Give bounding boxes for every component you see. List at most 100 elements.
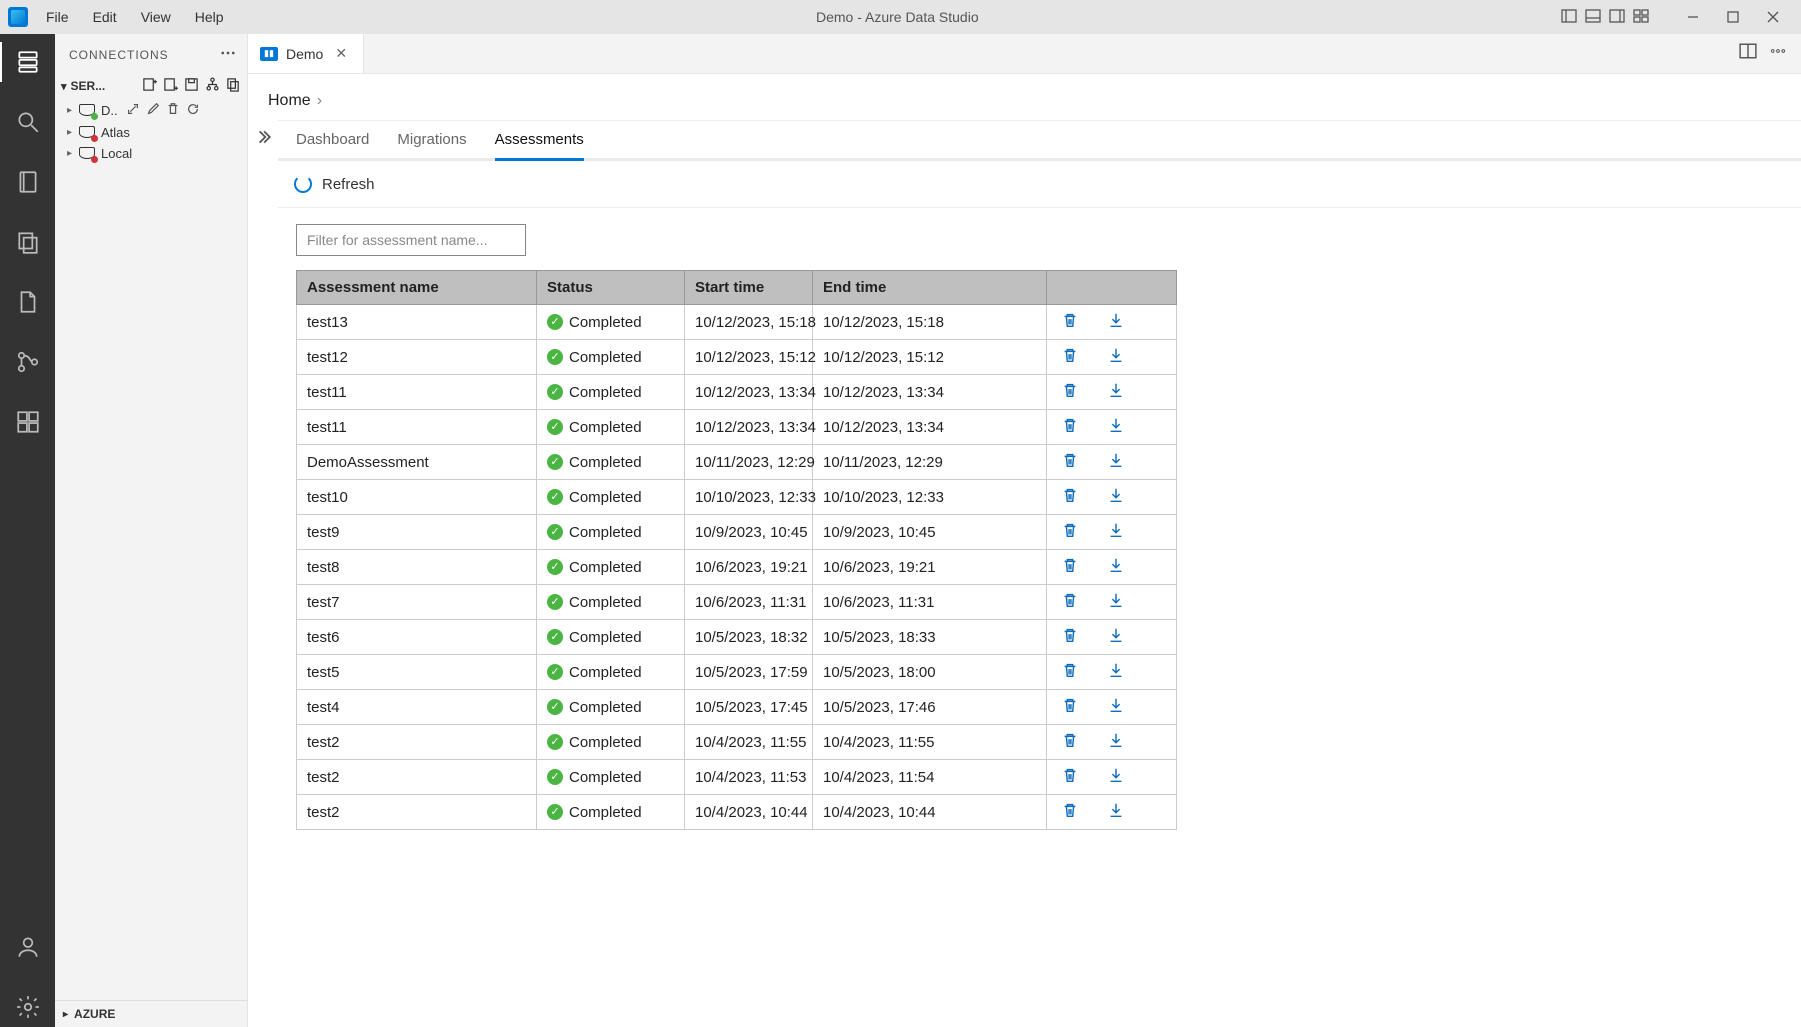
refresh-icon[interactable] [294,175,312,193]
sidebar-more-icon[interactable] [219,44,237,65]
table-row[interactable]: test12✓Completed10/12/2023, 15:1210/12/2… [297,340,1177,375]
layout-left-icon[interactable] [1561,8,1577,27]
hierarchy-icon[interactable] [205,77,220,95]
menu-edit[interactable]: Edit [83,5,127,29]
table-row[interactable]: test2✓Completed10/4/2023, 10:4410/4/2023… [297,795,1177,830]
connect-icon[interactable] [126,102,140,119]
tab-migrations[interactable]: Migrations [397,131,466,158]
activity-notebooks[interactable] [0,162,55,202]
delete-icon[interactable] [1061,556,1079,578]
download-icon[interactable] [1107,521,1125,543]
table-row[interactable]: test2✓Completed10/4/2023, 11:5510/4/2023… [297,725,1177,760]
download-icon[interactable] [1107,766,1125,788]
sidebar-section-servers[interactable]: ▾ SER... [55,75,247,97]
delete-icon[interactable] [1061,801,1079,823]
download-icon[interactable] [1107,556,1125,578]
menu-help[interactable]: Help [185,5,234,29]
collapse-icon[interactable] [226,77,241,95]
delete-icon[interactable] [1061,591,1079,613]
download-icon[interactable] [1107,801,1125,823]
column-header[interactable]: Status [537,271,685,305]
tab-assessments[interactable]: Assessments [495,131,584,158]
cell-end: 10/6/2023, 19:21 [813,550,1047,585]
server-row[interactable]: ▸Atlas [59,122,247,143]
table-row[interactable]: test9✓Completed10/9/2023, 10:4510/9/2023… [297,515,1177,550]
table-row[interactable]: test2✓Completed10/4/2023, 11:5310/4/2023… [297,760,1177,795]
delete-icon[interactable] [1061,731,1079,753]
delete-icon[interactable] [1061,381,1079,403]
delete-icon[interactable] [1061,451,1079,473]
activity-connections[interactable] [0,42,55,82]
delete-icon[interactable] [1061,626,1079,648]
filter-input[interactable] [296,224,526,256]
download-icon[interactable] [1107,381,1125,403]
delete-icon[interactable] [166,102,180,119]
table-row[interactable]: test10✓Completed10/10/2023, 12:3310/10/2… [297,480,1177,515]
download-icon[interactable] [1107,311,1125,333]
download-icon[interactable] [1107,731,1125,753]
editor-area: ▮▮ Demo ✕ Home › Dashboard Migrations Asse… [248,34,1801,1027]
editor-tab-demo[interactable]: ▮▮ Demo ✕ [248,34,364,73]
download-icon[interactable] [1107,346,1125,368]
server-row[interactable]: ▸Local [59,143,247,164]
window-minimize-button[interactable] [1673,0,1713,34]
activity-source[interactable] [0,282,55,322]
download-icon[interactable] [1107,486,1125,508]
edit-icon[interactable] [146,102,160,119]
delete-icon[interactable] [1061,521,1079,543]
cell-status: ✓Completed [537,480,685,515]
download-icon[interactable] [1107,591,1125,613]
column-header[interactable]: Start time [685,271,813,305]
table-row[interactable]: DemoAssessment✓Completed10/11/2023, 12:2… [297,445,1177,480]
delete-icon[interactable] [1061,766,1079,788]
delete-icon[interactable] [1061,346,1079,368]
window-close-button[interactable] [1753,0,1793,34]
table-row[interactable]: test11✓Completed10/12/2023, 13:3410/12/2… [297,375,1177,410]
delete-icon[interactable] [1061,486,1079,508]
cell-start: 10/5/2023, 18:32 [685,620,813,655]
server-row[interactable]: ▸D.. [59,99,247,122]
expand-sidebar-icon[interactable] [254,128,272,1027]
download-icon[interactable] [1107,626,1125,648]
editor-more-icon[interactable] [1769,42,1787,65]
save-icon[interactable] [184,77,199,95]
breadcrumb[interactable]: Home › [248,74,1801,120]
new-group-icon[interactable] [163,77,178,95]
layout-right-icon[interactable] [1609,8,1625,27]
download-icon[interactable] [1107,661,1125,683]
window-maximize-button[interactable] [1713,0,1753,34]
table-row[interactable]: test4✓Completed10/5/2023, 17:4510/5/2023… [297,690,1177,725]
refresh-button[interactable]: Refresh [322,176,375,193]
menu-file[interactable]: File [36,5,79,29]
delete-icon[interactable] [1061,416,1079,438]
delete-icon[interactable] [1061,696,1079,718]
activity-explorer[interactable] [0,222,55,262]
column-header[interactable]: Assessment name [297,271,537,305]
layout-bottom-icon[interactable] [1585,8,1601,27]
activity-source-control[interactable] [0,342,55,382]
column-header[interactable]: End time [813,271,1047,305]
reload-icon[interactable] [186,102,200,119]
delete-icon[interactable] [1061,661,1079,683]
delete-icon[interactable] [1061,311,1079,333]
table-row[interactable]: test7✓Completed10/6/2023, 11:3110/6/2023… [297,585,1177,620]
layout-grid-icon[interactable] [1633,8,1649,27]
table-row[interactable]: test6✓Completed10/5/2023, 18:3210/5/2023… [297,620,1177,655]
activity-extensions[interactable] [0,402,55,442]
activity-settings[interactable] [0,987,55,1027]
close-icon[interactable]: ✕ [331,43,351,64]
activity-search[interactable] [0,102,55,142]
download-icon[interactable] [1107,451,1125,473]
sidebar-section-azure[interactable]: ▸ AZURE [55,1000,247,1027]
tab-dashboard[interactable]: Dashboard [296,131,369,158]
activity-account[interactable] [0,927,55,967]
download-icon[interactable] [1107,416,1125,438]
new-connection-icon[interactable] [142,77,157,95]
split-editor-icon[interactable] [1739,42,1757,65]
menu-view[interactable]: View [131,5,181,29]
table-row[interactable]: test5✓Completed10/5/2023, 17:5910/5/2023… [297,655,1177,690]
download-icon[interactable] [1107,696,1125,718]
table-row[interactable]: test8✓Completed10/6/2023, 19:2110/6/2023… [297,550,1177,585]
table-row[interactable]: test11✓Completed10/12/2023, 13:3410/12/2… [297,410,1177,445]
table-row[interactable]: test13✓Completed10/12/2023, 15:1810/12/2… [297,305,1177,340]
